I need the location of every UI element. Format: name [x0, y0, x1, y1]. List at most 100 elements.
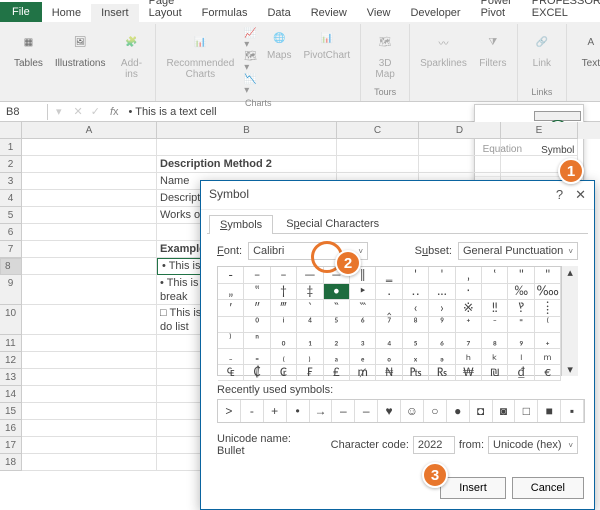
symbol-cell[interactable]: ₉: [508, 333, 534, 349]
chart-type-icon[interactable]: 📉▾: [244, 74, 257, 96]
symbol-cell[interactable]: ₓ: [403, 349, 429, 365]
symbol-cell[interactable]: ₀: [271, 333, 297, 349]
symbol-cell[interactable]: ⁸: [403, 317, 429, 333]
symbol-cell[interactable]: ₑ: [350, 349, 376, 365]
row-header[interactable]: 17: [0, 437, 22, 454]
cell[interactable]: [337, 156, 419, 173]
symbol-cell[interactable]: ※: [456, 300, 482, 317]
symbol-cell[interactable]: ‶: [324, 300, 350, 317]
formula-value[interactable]: • This is a text cell: [125, 106, 221, 118]
cell[interactable]: [22, 139, 157, 156]
row-header[interactable]: 4: [0, 190, 22, 207]
symbol-cell[interactable]: ‒: [244, 267, 270, 284]
addins-button[interactable]: 🧩Add- ins: [113, 26, 149, 82]
symbol-cell[interactable]: ₕ: [456, 349, 482, 365]
special-chars-tab[interactable]: Special Characters: [275, 214, 390, 233]
cell[interactable]: [22, 386, 157, 403]
recommended-charts-button[interactable]: 📊Recommended Charts: [162, 26, 238, 82]
symbol-cell[interactable]: ": [535, 267, 561, 284]
col-header-a[interactable]: A: [22, 122, 157, 139]
symbol-cell[interactable]: ₤: [324, 365, 350, 381]
symbol-cell[interactable]: ₇: [456, 333, 482, 349]
cell[interactable]: [157, 139, 337, 156]
recent-symbol-cell[interactable]: ‒: [332, 400, 355, 422]
symbol-cell[interactable]: €: [535, 365, 561, 381]
symbol-cell[interactable]: ‱: [535, 284, 561, 300]
symbol-cell[interactable]: ⁴: [297, 317, 323, 333]
symbol-cell[interactable]: ‷: [350, 300, 376, 317]
symbol-cell[interactable]: ₆: [429, 333, 455, 349]
symbol-cell[interactable]: ‧: [456, 284, 482, 300]
symbol-cell[interactable]: ⁵: [324, 317, 350, 333]
symbol-cell[interactable]: ‰: [508, 284, 534, 300]
recent-symbol-cell[interactable]: □: [515, 400, 538, 422]
symbol-cell[interactable]: ․: [376, 284, 402, 300]
symbol-cell[interactable]: ₁: [297, 333, 323, 349]
symbol-cell[interactable]: [482, 284, 508, 300]
symbol-cell[interactable]: ‚: [456, 267, 482, 284]
fx-icon[interactable]: fx: [104, 106, 125, 118]
recent-symbol-cell[interactable]: ▪: [561, 400, 584, 422]
symbol-cell[interactable]: ₡: [244, 365, 270, 381]
row-header[interactable]: 16: [0, 420, 22, 437]
cell[interactable]: [419, 139, 501, 156]
symbol-cell[interactable]: ⁾: [218, 333, 244, 349]
row-header[interactable]: 18: [0, 454, 22, 471]
row-header[interactable]: 1: [0, 139, 22, 156]
tab-view[interactable]: View: [357, 4, 401, 22]
symbol-cell[interactable]: ₄: [376, 333, 402, 349]
cell[interactable]: [22, 403, 157, 420]
cell[interactable]: [22, 454, 157, 471]
symbol-cell[interactable]: ‛: [482, 267, 508, 284]
cell[interactable]: [22, 190, 157, 207]
row-header[interactable]: 5: [0, 207, 22, 224]
recent-symbol-cell[interactable]: •: [287, 400, 310, 422]
scrollbar[interactable]: ▴▾: [562, 266, 578, 376]
symbol-cell[interactable]: ': [429, 267, 455, 284]
symbol-cell[interactable]: ₔ: [429, 349, 455, 365]
chart-type-icon[interactable]: 🗺▾: [244, 51, 257, 73]
recent-symbol-cell[interactable]: ♥: [378, 400, 401, 422]
symbol-cell[interactable]: ‣: [350, 284, 376, 300]
symbol-cell[interactable]: ₣: [297, 365, 323, 381]
symbol-cell[interactable]: †: [271, 284, 297, 300]
symbol-cell[interactable]: ₅: [403, 333, 429, 349]
cell[interactable]: [419, 156, 501, 173]
cell[interactable]: [22, 420, 157, 437]
symbol-cell[interactable]: ⁞: [535, 300, 561, 317]
symbol-cell[interactable]: ₂: [324, 333, 350, 349]
tab-professor[interactable]: PROFESSOR EXCEL: [522, 0, 600, 22]
tab-data[interactable]: Data: [257, 4, 300, 22]
subset-select[interactable]: General Punctuation˅: [458, 242, 578, 260]
symbol-cell[interactable]: –: [271, 267, 297, 284]
cell[interactable]: [22, 335, 157, 352]
symbol-cell[interactable]: ‴: [271, 300, 297, 317]
cell[interactable]: [22, 305, 157, 335]
maps-button[interactable]: 🌐Maps: [263, 26, 295, 63]
symbol-cell[interactable]: ₗ: [508, 349, 534, 365]
recent-symbol-cell[interactable]: >: [218, 400, 241, 422]
cell[interactable]: [22, 275, 157, 305]
symbol-cell[interactable]: ₐ: [324, 349, 350, 365]
tab-insert[interactable]: Insert: [91, 4, 139, 22]
symbol-cell[interactable]: ₊: [535, 333, 561, 349]
cell[interactable]: Description Method 2: [157, 156, 337, 173]
cell[interactable]: [22, 224, 157, 241]
recent-symbol-cell[interactable]: ■: [538, 400, 561, 422]
recent-symbol-cell[interactable]: +: [264, 400, 287, 422]
symbol-cell[interactable]: ›: [429, 300, 455, 317]
cell[interactable]: [22, 156, 157, 173]
symbol-cell[interactable]: ‼: [482, 300, 508, 317]
charcode-input[interactable]: 2022: [413, 436, 455, 454]
namebox-chevron-icon[interactable]: ▾: [48, 105, 70, 118]
symbol-cell[interactable]: ₦: [376, 365, 402, 381]
chart-type-icon[interactable]: 📈▾: [244, 28, 257, 50]
symbol-cell[interactable]: ₒ: [376, 349, 402, 365]
symbol-cell[interactable]: ₨: [429, 365, 455, 381]
symbol-cell[interactable]: ₥: [350, 365, 376, 381]
recent-symbol-cell[interactable]: ●: [447, 400, 470, 422]
symbol-cell[interactable]: ₘ: [535, 349, 561, 365]
dialog-titlebar[interactable]: Symbol ?✕: [201, 181, 594, 210]
symbol-option[interactable]: ΩSymbol: [534, 111, 581, 121]
recent-symbol-cell[interactable]: ◘: [470, 400, 493, 422]
